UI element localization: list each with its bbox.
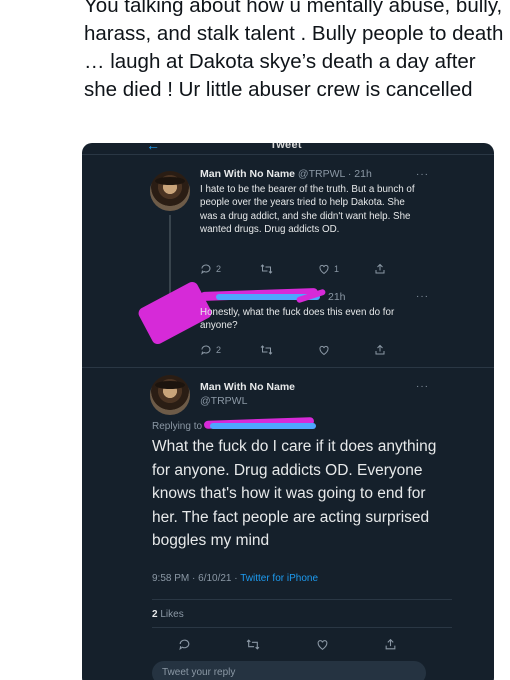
- reply-button[interactable]: 2: [200, 263, 221, 275]
- reply-icon: [201, 345, 211, 356]
- tweet3-body: What the fuck do I care if it does anyth…: [152, 438, 437, 550]
- more-icon[interactable]: ···: [416, 169, 429, 180]
- avatar[interactable]: [150, 171, 190, 211]
- thread-line: [169, 215, 171, 301]
- like-icon: [319, 265, 329, 275]
- divider: [152, 599, 452, 600]
- retweet-icon: [260, 264, 273, 274]
- retweet-button[interactable]: [246, 638, 260, 651]
- divider: [82, 367, 494, 368]
- embedded-screenshot: ← Tweet Man With No Name @TRPWL · 21h ··…: [82, 143, 494, 680]
- tweet2-body: Honestly, what the fuck does this even d…: [200, 307, 395, 332]
- share-button[interactable]: [384, 638, 397, 651]
- tweet1-author[interactable]: Man With No Name @TRPWL · 21h: [200, 168, 372, 180]
- tweet3-timestamp: 9:58 PM · 6/10/21 · Twitter for iPhone: [152, 573, 319, 584]
- retweet-icon: [260, 345, 273, 355]
- source-app-link[interactable]: Twitter for iPhone: [240, 573, 318, 584]
- header-title: Tweet: [270, 143, 302, 151]
- more-icon[interactable]: ···: [416, 291, 429, 302]
- retweet-button[interactable]: [260, 344, 273, 356]
- tweet3-name[interactable]: Man With No Name: [200, 381, 295, 393]
- like-icon: [317, 640, 328, 651]
- share-icon: [385, 638, 396, 650]
- like-icon: [319, 346, 329, 356]
- redaction-scribble: [210, 423, 316, 429]
- back-arrow-icon[interactable]: ←: [146, 143, 160, 153]
- like-button[interactable]: 1: [318, 263, 339, 275]
- reply-button[interactable]: [178, 638, 191, 651]
- post-caption: You talking about how u mentally abuse, …: [84, 0, 504, 101]
- share-button[interactable]: [374, 344, 386, 356]
- reply-icon: [179, 639, 190, 651]
- tweet2-author[interactable]: 21h: [328, 291, 346, 303]
- replying-to: Replying to: [152, 421, 203, 432]
- like-button[interactable]: [318, 344, 330, 356]
- reply-icon: [201, 264, 211, 275]
- tweet1-meta: @TRPWL · 21h: [297, 168, 372, 180]
- share-button[interactable]: [374, 263, 386, 275]
- reply-input[interactable]: Tweet your reply: [152, 661, 426, 680]
- tweet1-body: I hate to be the bearer of the truth. Bu…: [200, 184, 415, 236]
- divider: [152, 627, 452, 628]
- tweet1-name: Man With No Name: [200, 168, 295, 180]
- share-icon: [375, 263, 385, 274]
- likes-count[interactable]: 2 Likes: [152, 609, 184, 620]
- retweet-button[interactable]: [260, 263, 273, 275]
- tweet3-handle[interactable]: @TRPWL: [200, 395, 247, 407]
- retweet-icon: [246, 639, 260, 650]
- reply-button[interactable]: 2: [200, 344, 221, 356]
- screenshot-header: ← Tweet: [82, 143, 494, 155]
- share-icon: [375, 344, 385, 355]
- tweet2-meta: 21h: [328, 291, 346, 303]
- like-button[interactable]: [316, 638, 329, 651]
- more-icon[interactable]: ···: [416, 381, 429, 392]
- avatar[interactable]: [150, 375, 190, 415]
